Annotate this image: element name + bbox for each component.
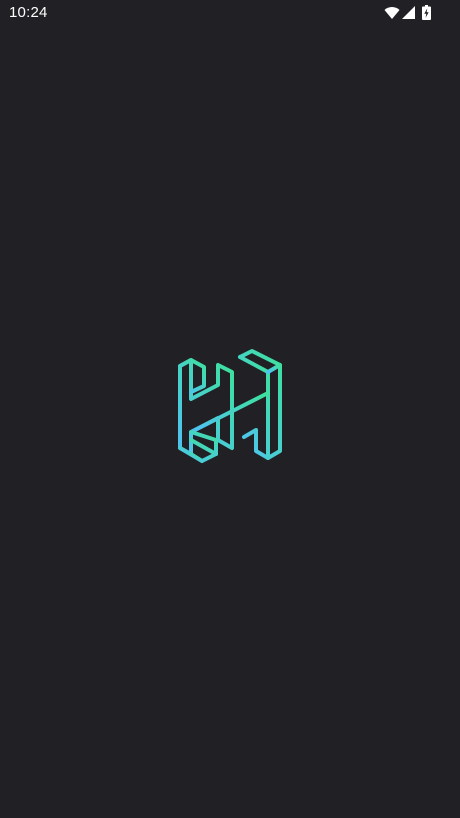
app-logo-icon [178,349,282,463]
battery-charging-icon [422,5,431,20]
wifi-icon [384,7,400,20]
cellular-signal-icon [402,6,415,19]
status-bar: 10:24 [0,0,460,26]
splash-screen: 10:24 [0,0,460,818]
status-time: 10:24 [9,4,48,21]
